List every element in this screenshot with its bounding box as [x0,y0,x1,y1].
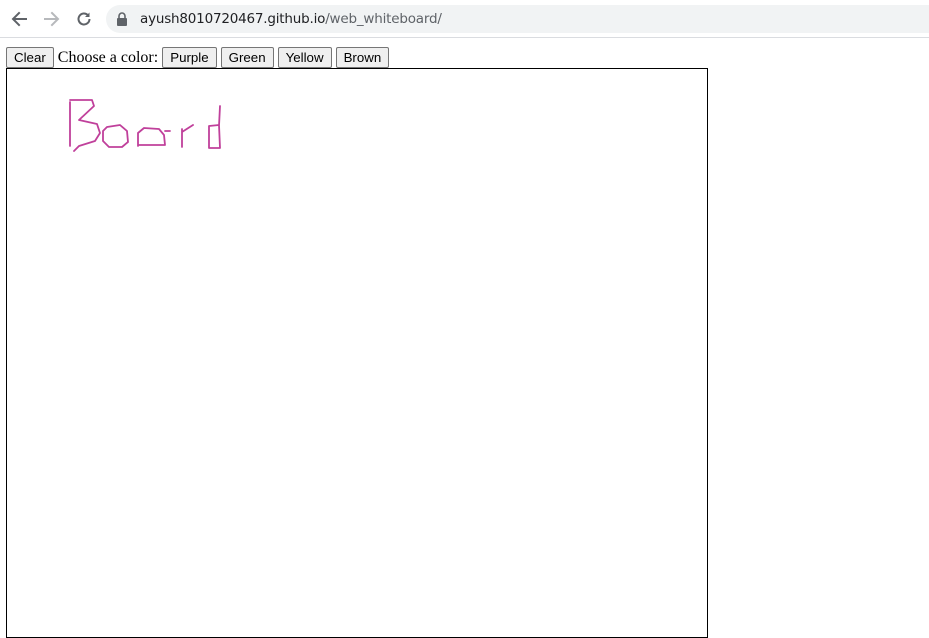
color-button-purple[interactable]: Purple [162,47,217,68]
color-button-yellow[interactable]: Yellow [277,47,332,68]
stroke-letter-a [137,127,171,147]
whiteboard-canvas[interactable] [6,68,708,638]
address-bar[interactable]: ayush8010720467.github.io/web_whiteboard… [106,5,929,33]
whiteboard-toolbar: Clear Choose a color: Purple Green Yello… [6,47,390,68]
url-path: /web_whiteboard/ [325,11,442,27]
url-text: ayush8010720467.github.io/web_whiteboard… [140,10,442,28]
reload-icon [77,12,91,26]
url-host: ayush8010720467.github.io [140,11,326,27]
stroke-letter-b [69,99,101,152]
color-button-green[interactable]: Green [220,47,274,68]
forward-arrow-icon [44,11,60,27]
stroke-letter-r [181,124,194,148]
clear-button[interactable]: Clear [6,47,54,68]
back-button[interactable] [7,7,31,31]
browser-toolbar: ayush8010720467.github.io/web_whiteboard… [0,0,929,38]
reload-button[interactable] [72,7,96,31]
color-button-brown[interactable]: Brown [335,47,390,68]
stroke-letter-d [208,105,221,149]
handwritten-board-text [69,99,221,152]
forward-button[interactable] [40,7,64,31]
drawing-layer [69,99,221,152]
back-arrow-icon [11,11,27,27]
lock-icon [117,12,127,26]
color-prompt: Choose a color: [57,49,159,66]
stroke-letter-o [102,124,129,148]
page-content: Clear Choose a color: Purple Green Yello… [0,39,929,638]
